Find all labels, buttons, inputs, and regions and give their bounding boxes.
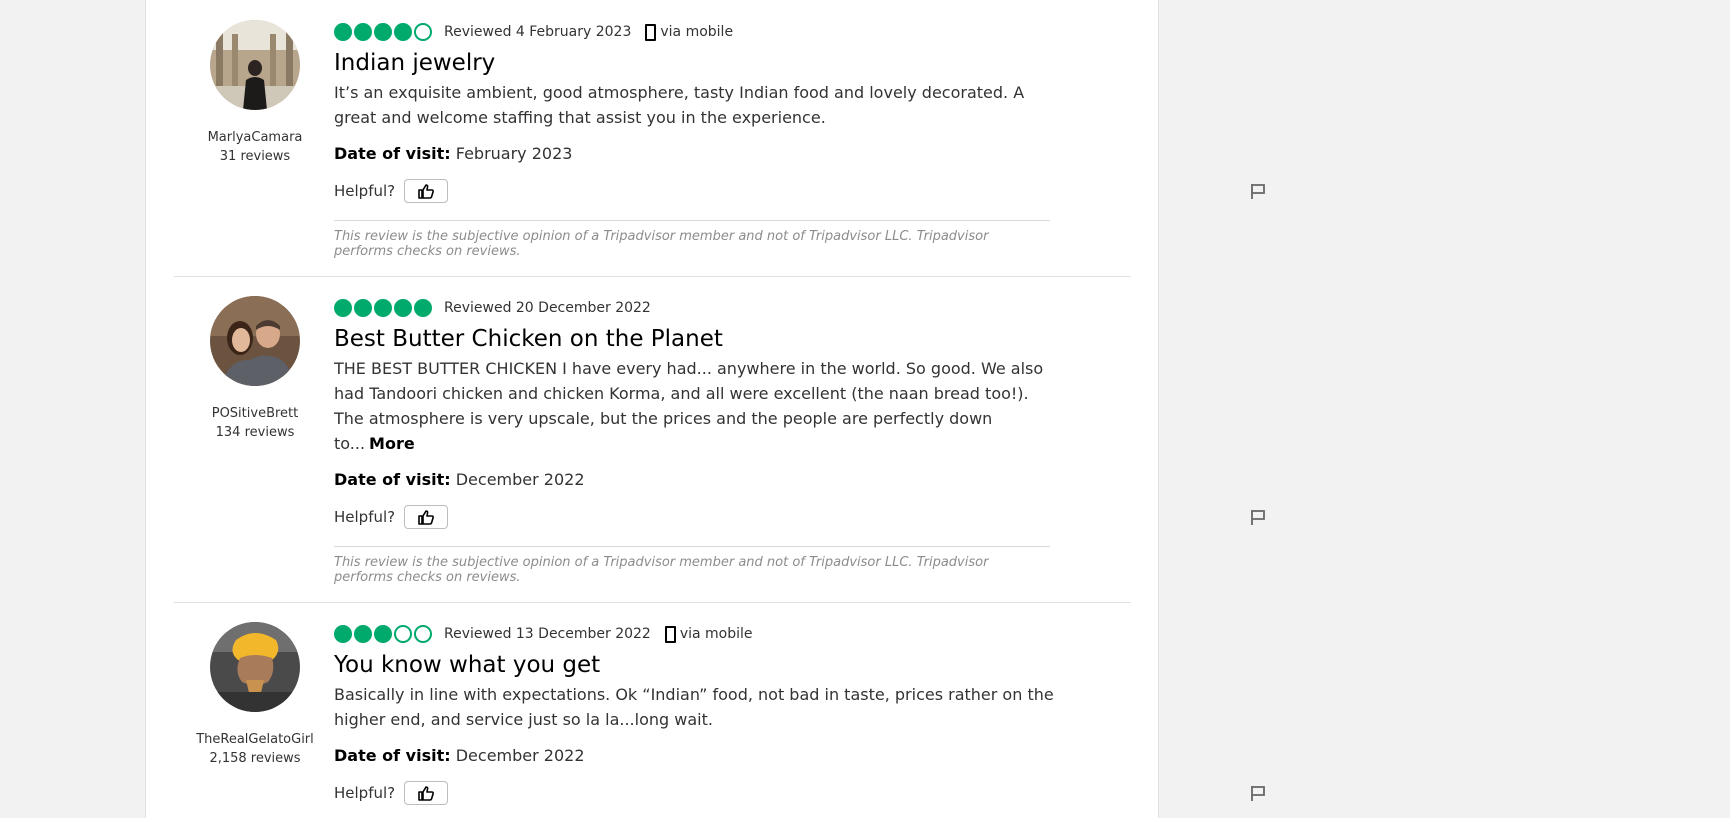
review-body-text: THE BEST BUTTER CHICKEN I have every had… <box>334 359 1044 453</box>
bubble-rating <box>334 299 434 317</box>
rating-bubble <box>394 299 412 317</box>
review-body: It’s an exquisite ambient, good atmosphe… <box>334 80 1054 130</box>
helpful-row: Helpful? <box>334 781 449 805</box>
via-mobile: via mobile <box>664 625 753 643</box>
mobile-phone-icon <box>664 625 676 643</box>
review-card: POSitiveBrett 134 reviews Reviewed 20 De… <box>174 276 1265 603</box>
helpful-label: Helpful? <box>334 182 396 200</box>
reviewed-date: Reviewed 20 December 2022 <box>444 300 651 316</box>
rating-bubble <box>354 299 372 317</box>
report-flag-button[interactable] <box>1250 785 1266 806</box>
review-body: Basically in line with expectations. Ok … <box>334 682 1054 732</box>
user-review-count: 2,158 reviews <box>209 751 301 766</box>
reviewed-date: Reviewed 13 December 2022 <box>444 626 651 642</box>
helpful-vote-button[interactable] <box>404 781 449 805</box>
date-of-visit-label: Date of visit: <box>334 144 451 163</box>
date-of-visit-label: Date of visit: <box>334 470 451 489</box>
date-of-visit-value: December 2022 <box>455 470 585 489</box>
helpful-row: Helpful? <box>334 179 449 203</box>
rating-bubble <box>334 299 352 317</box>
user-name[interactable]: POSitiveBrett <box>174 406 336 421</box>
user-review-count: 31 reviews <box>219 149 291 164</box>
rating-bubble <box>414 23 432 41</box>
review-title[interactable]: Best Butter Chicken on the Planet <box>334 324 723 354</box>
via-mobile: via mobile <box>645 23 734 41</box>
thumbs-up-icon <box>418 183 435 199</box>
date-of-visit-value: December 2022 <box>455 746 585 765</box>
helpful-label: Helpful? <box>334 784 396 802</box>
rating-bubble <box>374 625 392 643</box>
date-of-visit-value: February 2023 <box>455 144 573 163</box>
bubble-rating <box>334 23 434 41</box>
flag-icon <box>1251 184 1265 199</box>
report-flag-button[interactable] <box>1250 509 1266 530</box>
review-meta: Reviewed 13 December 2022 via mobile <box>334 624 753 644</box>
user-name[interactable]: TheRealGelatoGirl <box>174 732 336 747</box>
avatar[interactable] <box>210 622 300 712</box>
helpful-label: Helpful? <box>334 508 396 526</box>
date-of-visit: Date of visit: December 2022 <box>334 746 585 765</box>
flag-icon <box>1251 510 1265 525</box>
review-title[interactable]: You know what you get <box>334 650 600 680</box>
helpful-row: Helpful? <box>334 505 449 529</box>
review-title[interactable]: Indian jewelry <box>334 48 495 78</box>
rating-bubble <box>354 625 372 643</box>
review-body-text: It’s an exquisite ambient, good atmosphe… <box>334 83 1025 127</box>
review-disclaimer: This review is the subjective opinion of… <box>334 220 1050 259</box>
rating-bubble <box>394 625 412 643</box>
thumbs-up-icon <box>418 509 435 525</box>
review-card: MarlyaCamara 31 reviews Reviewed 4 Febru… <box>174 0 1265 277</box>
review-card: TheRealGelatoGirl 2,158 reviews Reviewed… <box>174 602 1265 818</box>
reviewed-date: Reviewed 4 February 2023 <box>444 24 632 40</box>
date-of-visit: Date of visit: December 2022 <box>334 470 585 489</box>
rating-bubble <box>414 299 432 317</box>
rating-bubble <box>334 625 352 643</box>
mobile-phone-icon <box>645 23 657 41</box>
avatar[interactable] <box>210 20 300 110</box>
via-mobile-label: via mobile <box>660 24 734 40</box>
review-meta: Reviewed 20 December 2022 <box>334 298 651 318</box>
more-link[interactable]: More <box>369 434 415 453</box>
helpful-vote-button[interactable] <box>404 505 449 529</box>
review-body: THE BEST BUTTER CHICKEN I have every had… <box>334 356 1054 456</box>
via-mobile-label: via mobile <box>679 626 753 642</box>
avatar[interactable] <box>210 296 300 386</box>
review-disclaimer: This review is the subjective opinion of… <box>334 546 1050 585</box>
rating-bubble <box>374 23 392 41</box>
bubble-rating <box>334 625 434 643</box>
rating-bubble <box>394 23 412 41</box>
user-review-count: 134 reviews <box>215 425 295 440</box>
review-body-text: Basically in line with expectations. Ok … <box>334 685 1054 729</box>
rating-bubble <box>354 23 372 41</box>
date-of-visit-label: Date of visit: <box>334 746 451 765</box>
flag-icon <box>1251 786 1265 801</box>
rating-bubble <box>374 299 392 317</box>
report-flag-button[interactable] <box>1250 183 1266 204</box>
user-name[interactable]: MarlyaCamara <box>174 130 336 145</box>
thumbs-up-icon <box>418 785 435 801</box>
helpful-vote-button[interactable] <box>404 179 449 203</box>
rating-bubble <box>414 625 432 643</box>
date-of-visit: Date of visit: February 2023 <box>334 144 572 163</box>
review-meta: Reviewed 4 February 2023 via mobile <box>334 22 733 42</box>
rating-bubble <box>334 23 352 41</box>
